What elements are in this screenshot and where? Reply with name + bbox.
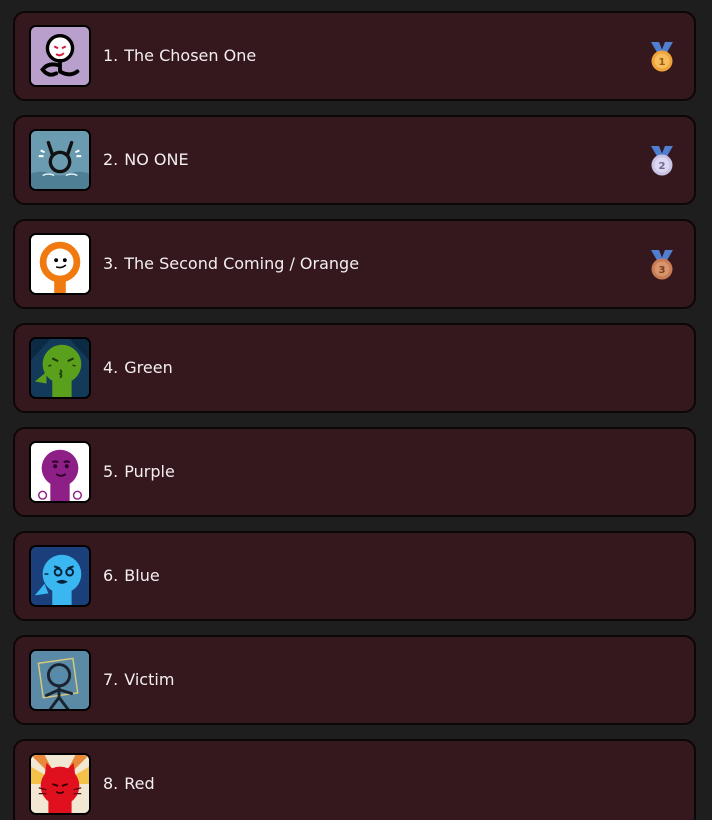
rank-number: 2. <box>103 150 119 169</box>
leaderboard-row-victim[interactable]: 7. Victim <box>13 635 696 725</box>
svg-text:3: 3 <box>659 265 666 276</box>
leaderboard-row-no-one[interactable]: 2. NO ONE 2 <box>13 115 696 205</box>
leaderboard-row-purple[interactable]: 5. Purple <box>13 427 696 517</box>
no-one-avatar <box>29 129 91 191</box>
entry-name: Purple <box>124 462 175 481</box>
leaderboard-list: 1. The Chosen One 1 2. NO ONE 2 3. The S… <box>0 0 712 820</box>
rank-number: 1. <box>103 46 119 65</box>
svg-text:2: 2 <box>659 161 666 172</box>
entry-label: 6. Blue <box>103 533 160 619</box>
leaderboard-row-chosen-one[interactable]: 1. The Chosen One 1 <box>13 11 696 101</box>
svg-text:1: 1 <box>659 57 666 68</box>
entry-name: Green <box>124 358 173 377</box>
leaderboard-row-red[interactable]: 8. Red <box>13 739 696 820</box>
rank-number: 3. <box>103 254 119 273</box>
bronze-medal-icon: 3 <box>648 249 676 281</box>
entry-name: The Chosen One <box>124 46 257 65</box>
entry-label: 1. The Chosen One <box>103 13 256 99</box>
entry-name: NO ONE <box>124 150 189 169</box>
entry-label: 2. NO ONE <box>103 117 189 203</box>
entry-label: 3. The Second Coming / Orange <box>103 221 359 307</box>
rank-number: 7. <box>103 670 119 689</box>
rank-number: 5. <box>103 462 119 481</box>
blue-avatar <box>29 545 91 607</box>
red-avatar <box>29 753 91 815</box>
purple-avatar <box>29 441 91 503</box>
rank-number: 8. <box>103 774 119 793</box>
entry-name: Blue <box>124 566 160 585</box>
gold-medal-icon: 1 <box>648 41 676 73</box>
entry-label: 4. Green <box>103 325 173 411</box>
leaderboard-row-blue[interactable]: 6. Blue <box>13 531 696 621</box>
chosen-one-avatar <box>29 25 91 87</box>
entry-name: Victim <box>124 670 175 689</box>
victim-avatar <box>29 649 91 711</box>
entry-label: 7. Victim <box>103 637 174 723</box>
leaderboard-row-second-coming[interactable]: 3. The Second Coming / Orange 3 <box>13 219 696 309</box>
entry-name: Red <box>124 774 155 793</box>
rank-number: 6. <box>103 566 119 585</box>
rank-number: 4. <box>103 358 119 377</box>
entry-label: 5. Purple <box>103 429 175 515</box>
entry-label: 8. Red <box>103 741 155 820</box>
green-avatar <box>29 337 91 399</box>
second-coming-avatar <box>29 233 91 295</box>
silver-medal-icon: 2 <box>648 145 676 177</box>
entry-name: The Second Coming / Orange <box>124 254 360 273</box>
leaderboard-row-green[interactable]: 4. Green <box>13 323 696 413</box>
